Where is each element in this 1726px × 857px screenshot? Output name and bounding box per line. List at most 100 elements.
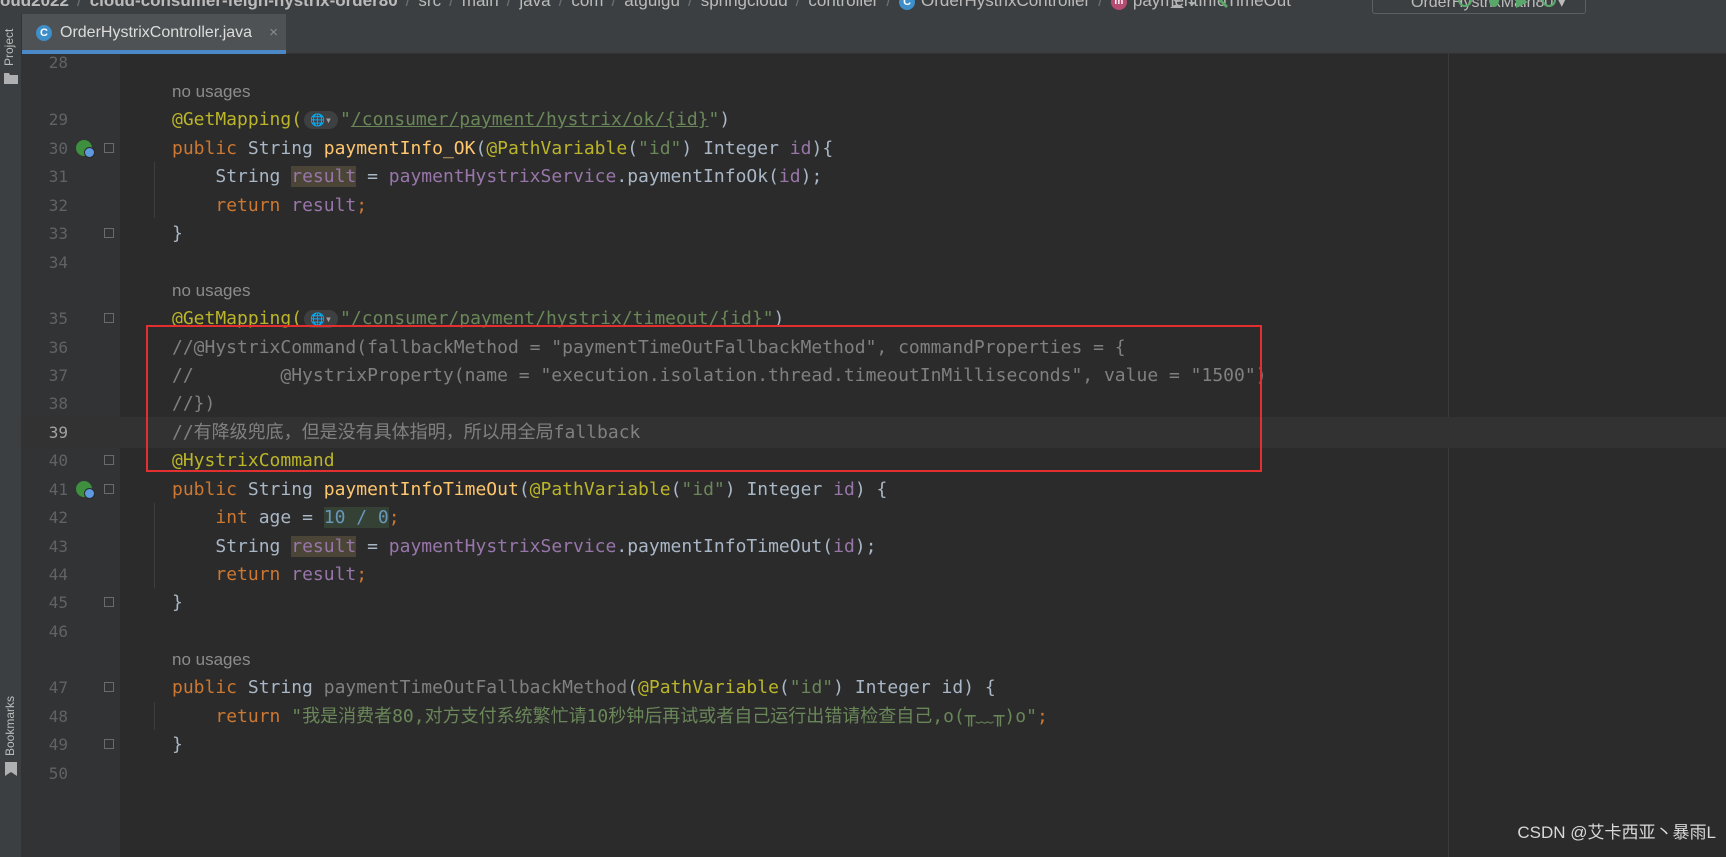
inlay-hint-row: no usages: [22, 275, 1726, 306]
code-line: 47 public String paymentTimeOutFallbackM…: [22, 672, 1726, 703]
breadcrumb-item-method[interactable]: paymentInfoTimeOut: [1133, 0, 1291, 10]
line-number: 35: [48, 309, 68, 328]
breadcrumb-item-class[interactable]: OrderHystrixController: [921, 0, 1090, 10]
breadcrumb-separator: /: [405, 0, 411, 10]
fold-marker-icon[interactable]: [104, 597, 114, 607]
code-line: 33 }: [22, 218, 1726, 249]
code-text[interactable]: public String paymentInfoTimeOut(@PathVa…: [172, 474, 887, 505]
breadcrumb-item-module[interactable]: cloud-consumer-feign-hystrix-order80: [90, 0, 398, 10]
fold-marker-icon[interactable]: [104, 739, 114, 749]
breadcrumb-item-com[interactable]: com: [571, 0, 603, 10]
breadcrumb-item-java[interactable]: java: [519, 0, 550, 10]
fold-marker-icon[interactable]: [104, 143, 114, 153]
breadcrumb-item-atguigu[interactable]: atguigu: [624, 0, 680, 10]
tool-window-stripe: Project Bookmarks: [0, 14, 22, 857]
watermark: CSDN @艾卡西亚丶暴雨L: [1517, 823, 1716, 842]
fold-marker-icon[interactable]: [104, 313, 114, 323]
line-number: 33: [48, 224, 68, 243]
usages-hint[interactable]: no usages: [172, 275, 250, 306]
code-text[interactable]: @GetMapping(🌐▾ "/consumer/payment/hystrix…: [172, 104, 730, 135]
line-number: 41: [48, 480, 68, 499]
breadcrumb-separator: /: [886, 0, 892, 10]
profile-icon[interactable]: [1542, 0, 1558, 10]
line-number: 38: [48, 394, 68, 413]
code-text[interactable]: return "我是消费者80,对方支付系统繁忙请10秒钟后再试或者自己运行出错…: [172, 701, 1047, 732]
navigation-bar: oud2022 / cloud-consumer-feign-hystrix-ord…: [0, 0, 1726, 14]
usages-hint[interactable]: no usages: [172, 76, 250, 107]
bookmarks-tool-window-button[interactable]: Bookmarks: [3, 696, 17, 756]
code-text[interactable]: return result;: [172, 559, 367, 590]
breadcrumb-separator: /: [687, 0, 693, 10]
java-class-icon: C: [36, 25, 52, 41]
line-number: 37: [48, 366, 68, 385]
line-number: 49: [48, 735, 68, 754]
folder-icon: [4, 73, 18, 84]
annotation-highlight-box: [146, 325, 1262, 472]
breadcrumb-item-controller[interactable]: controller: [808, 0, 878, 10]
inlay-hint-row: no usages: [22, 644, 1726, 675]
code-line: 41 public String paymentInfoTimeOut(@Pat…: [22, 474, 1726, 505]
line-number: 30: [48, 139, 68, 158]
breadcrumb-item-src[interactable]: src: [418, 0, 441, 10]
breadcrumb-separator: /: [795, 0, 801, 10]
build-hammer-icon[interactable]: [1216, 0, 1232, 10]
run-configuration-label: OrderHystrixMain80: [1411, 0, 1554, 11]
code-text[interactable]: String result = paymentHystrixService.pa…: [172, 531, 876, 562]
breadcrumb-separator: /: [1098, 0, 1103, 10]
inlay-hint-row: no usages: [22, 76, 1726, 107]
fold-marker-icon[interactable]: [104, 228, 114, 238]
breadcrumb-item-springcloud[interactable]: springcloud: [701, 0, 788, 10]
line-number-current: 39: [48, 423, 68, 442]
code-line: 31 String result = paymentHystrixService…: [22, 161, 1726, 192]
debug-bug-icon[interactable]: [1486, 0, 1502, 10]
project-tool-window-button[interactable]: Project: [2, 29, 16, 66]
code-line: 32 return result;: [22, 190, 1726, 221]
code-line: 43 String result = paymentHystrixService…: [22, 531, 1726, 562]
coverage-run-icon[interactable]: [1514, 0, 1530, 10]
line-number: 28: [48, 53, 68, 72]
line-number: 32: [48, 196, 68, 215]
code-line: 42 int age = 10 / 0;: [22, 502, 1726, 533]
code-text[interactable]: public String paymentTimeOutFallbackMeth…: [172, 672, 996, 703]
line-number: 50: [48, 764, 68, 783]
line-number: 36: [48, 338, 68, 357]
code-text[interactable]: return result;: [172, 190, 367, 221]
code-line: 30 public String paymentInfo_OK(@PathVar…: [22, 133, 1726, 164]
fold-marker-icon[interactable]: [104, 682, 114, 692]
run-endpoint-icon[interactable]: [76, 481, 95, 499]
code-line: 44 return result;: [22, 559, 1726, 590]
method-icon: m: [1110, 0, 1127, 10]
usages-hint[interactable]: no usages: [172, 644, 250, 675]
line-number: 45: [48, 593, 68, 612]
line-number: 44: [48, 565, 68, 584]
fold-marker-icon[interactable]: [104, 484, 114, 494]
code-line: 48 return "我是消费者80,对方支付系统繁忙请10秒钟后再试或者自己运…: [22, 701, 1726, 732]
fold-marker-icon[interactable]: [104, 455, 114, 465]
line-number: 48: [48, 707, 68, 726]
code-text[interactable]: String result = paymentHystrixService.pa…: [172, 161, 822, 192]
code-text[interactable]: }: [172, 729, 183, 760]
code-line: 28: [22, 47, 1726, 78]
breadcrumb-item-project[interactable]: oud2022: [0, 0, 69, 10]
code-line: 34: [22, 247, 1726, 278]
line-number: 29: [48, 110, 68, 129]
code-line: 49 }: [22, 729, 1726, 760]
bookmark-icon: [5, 762, 17, 776]
rerun-icon[interactable]: [1457, 0, 1473, 10]
breadcrumb-item-main[interactable]: main: [462, 0, 499, 10]
chevron-down-icon: ▾: [1557, 0, 1566, 11]
run-endpoint-icon[interactable]: [76, 140, 95, 158]
breadcrumb-separator: /: [506, 0, 512, 10]
code-text[interactable]: public String paymentInfo_OK(@PathVariab…: [172, 133, 833, 164]
breadcrumb-separator: /: [449, 0, 454, 10]
class-icon: C: [899, 0, 916, 10]
code-text[interactable]: int age = 10 / 0;: [172, 502, 400, 533]
breadcrumb: oud2022 / cloud-consumer-feign-hystrix-ord…: [0, 0, 1291, 11]
line-number: 43: [48, 537, 68, 556]
tab-label: OrderHystrixController.java: [60, 24, 253, 41]
code-text[interactable]: }: [172, 218, 183, 249]
line-number: 47: [48, 678, 68, 697]
globe-endpoint-icon[interactable]: 🌐▾: [304, 111, 339, 129]
user-dropdown-icon[interactable]: [1170, 0, 1196, 10]
code-text[interactable]: }: [172, 587, 183, 618]
